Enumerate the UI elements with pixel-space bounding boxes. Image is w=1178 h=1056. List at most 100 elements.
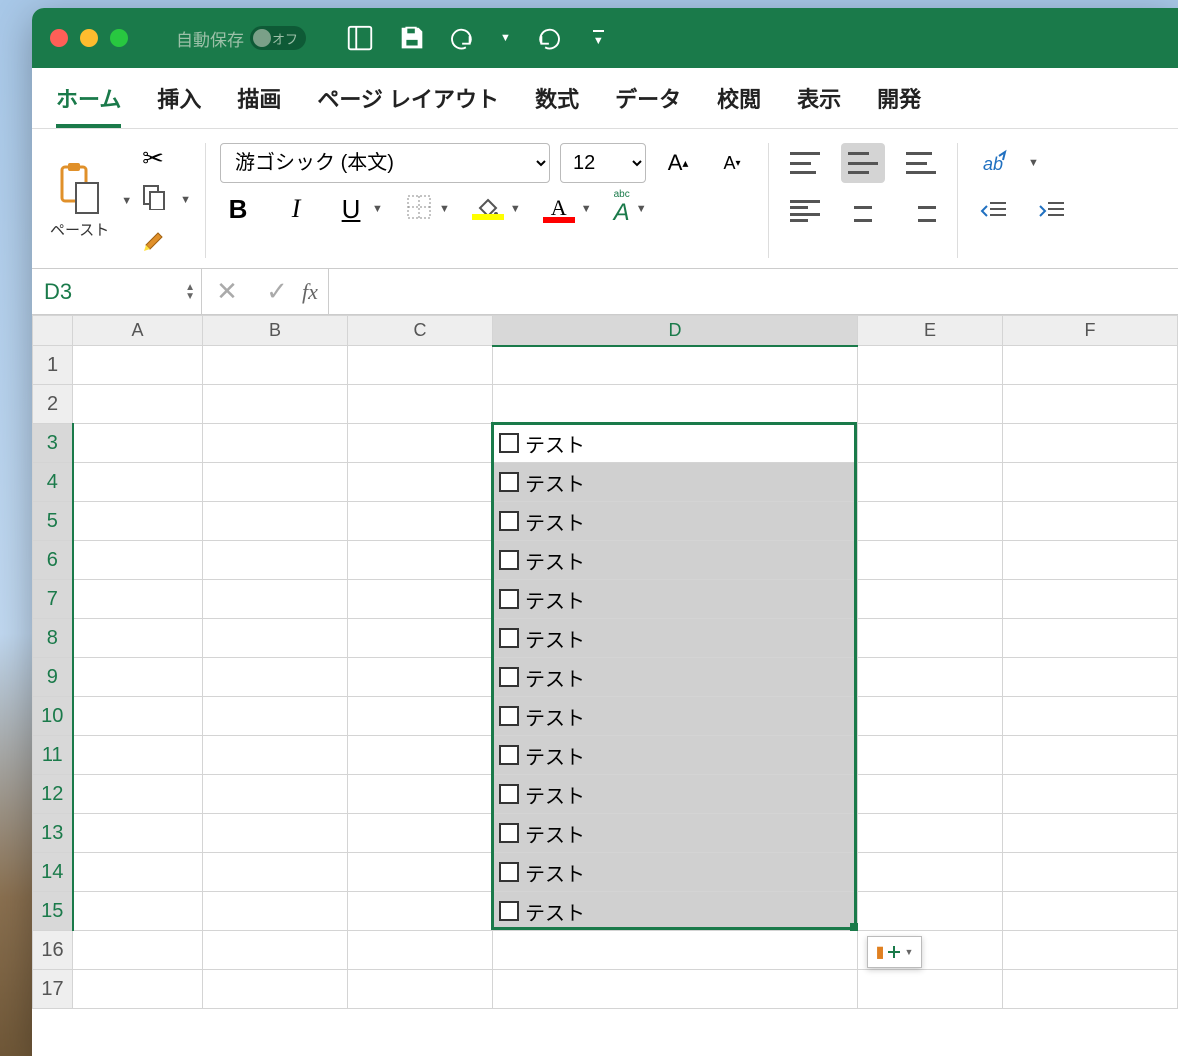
cell-A5[interactable] [73, 502, 203, 541]
col-header-E[interactable]: E [858, 316, 1003, 346]
row-header-10[interactable]: 10 [33, 697, 73, 736]
cell-B10[interactable] [203, 697, 348, 736]
underline-dropdown-icon[interactable]: ▼ [372, 203, 383, 215]
tab-home[interactable]: ホーム [56, 82, 121, 128]
fill-color-dropdown-icon[interactable]: ▼ [510, 203, 521, 215]
cell-A16[interactable] [73, 931, 203, 970]
cell-C7[interactable] [348, 580, 493, 619]
cell-D16[interactable] [493, 931, 858, 970]
cancel-formula-icon[interactable]: ✕ [202, 276, 252, 307]
decrease-font-icon[interactable]: A▾ [710, 143, 754, 183]
cell-A9[interactable] [73, 658, 203, 697]
name-box-spinner[interactable]: ▲▼ [185, 283, 195, 301]
cell-C6[interactable] [348, 541, 493, 580]
orientation-dropdown-icon[interactable]: ▼ [1028, 157, 1039, 169]
tab-draw[interactable]: 描画 [237, 82, 281, 128]
cell-F16[interactable] [1003, 931, 1178, 970]
checkbox-icon[interactable] [499, 472, 519, 492]
close-window-button[interactable] [50, 29, 68, 47]
decrease-indent-icon[interactable] [972, 191, 1016, 231]
font-name-select[interactable]: 游ゴシック (本文) [220, 143, 550, 183]
tab-formulas[interactable]: 数式 [535, 82, 579, 128]
cell-D7[interactable]: テスト [493, 580, 858, 619]
row-header-11[interactable]: 11 [33, 736, 73, 775]
fill-color-icon[interactable] [472, 198, 504, 220]
cell-E4[interactable] [858, 463, 1003, 502]
cell-A7[interactable] [73, 580, 203, 619]
cell-D14[interactable]: テスト [493, 853, 858, 892]
cell-F1[interactable] [1003, 346, 1178, 385]
checkbox-icon[interactable] [499, 901, 519, 921]
cell-A15[interactable] [73, 892, 203, 931]
cell-F9[interactable] [1003, 658, 1178, 697]
bold-button[interactable]: B [220, 194, 256, 225]
cell-C3[interactable] [348, 424, 493, 463]
cell-F5[interactable] [1003, 502, 1178, 541]
increase-font-icon[interactable]: A▴ [656, 143, 700, 183]
cell-D4[interactable]: テスト [493, 463, 858, 502]
cell-B16[interactable] [203, 931, 348, 970]
col-header-F[interactable]: F [1003, 316, 1178, 346]
formula-input[interactable] [328, 269, 1178, 314]
cell-E13[interactable] [858, 814, 1003, 853]
cell-F8[interactable] [1003, 619, 1178, 658]
cell-A13[interactable] [73, 814, 203, 853]
cell-E17[interactable] [858, 970, 1003, 1009]
cell-F7[interactable] [1003, 580, 1178, 619]
cell-F17[interactable] [1003, 970, 1178, 1009]
font-color-icon[interactable]: A [543, 195, 575, 223]
cell-C1[interactable] [348, 346, 493, 385]
cell-E14[interactable] [858, 853, 1003, 892]
cell-F2[interactable] [1003, 385, 1178, 424]
cell-A17[interactable] [73, 970, 203, 1009]
spreadsheet-grid[interactable]: ABCDEF123テスト4テスト5テスト6テスト7テスト8テスト9テスト10テス… [32, 315, 1178, 1056]
cell-D5[interactable]: テスト [493, 502, 858, 541]
row-header-17[interactable]: 17 [33, 970, 73, 1009]
cell-D2[interactable] [493, 385, 858, 424]
borders-dropdown-icon[interactable]: ▼ [439, 203, 450, 215]
align-right-icon[interactable] [899, 191, 943, 231]
row-header-1[interactable]: 1 [33, 346, 73, 385]
cell-A14[interactable] [73, 853, 203, 892]
checkbox-icon[interactable] [499, 433, 519, 453]
cell-C2[interactable] [348, 385, 493, 424]
cell-E3[interactable] [858, 424, 1003, 463]
checkbox-icon[interactable] [499, 823, 519, 843]
checkbox-icon[interactable] [499, 706, 519, 726]
row-header-9[interactable]: 9 [33, 658, 73, 697]
cell-E9[interactable] [858, 658, 1003, 697]
cell-C11[interactable] [348, 736, 493, 775]
cell-C17[interactable] [348, 970, 493, 1009]
row-header-14[interactable]: 14 [33, 853, 73, 892]
cell-C10[interactable] [348, 697, 493, 736]
cell-E10[interactable] [858, 697, 1003, 736]
cell-B14[interactable] [203, 853, 348, 892]
cell-D12[interactable]: テスト [493, 775, 858, 814]
cell-F11[interactable] [1003, 736, 1178, 775]
cell-F13[interactable] [1003, 814, 1178, 853]
cell-B12[interactable] [203, 775, 348, 814]
row-header-7[interactable]: 7 [33, 580, 73, 619]
row-header-8[interactable]: 8 [33, 619, 73, 658]
phonetic-dropdown-icon[interactable]: ▼ [636, 203, 647, 215]
cell-E8[interactable] [858, 619, 1003, 658]
cell-A6[interactable] [73, 541, 203, 580]
cut-icon[interactable]: ✂︎ [142, 143, 164, 174]
cell-B11[interactable] [203, 736, 348, 775]
select-all-corner[interactable] [33, 316, 73, 346]
save-icon[interactable] [396, 22, 428, 54]
cell-F10[interactable] [1003, 697, 1178, 736]
format-painter-icon[interactable] [142, 225, 170, 258]
cell-D1[interactable] [493, 346, 858, 385]
tab-developer[interactable]: 開発 [877, 82, 921, 128]
cell-C5[interactable] [348, 502, 493, 541]
cell-A8[interactable] [73, 619, 203, 658]
cell-D8[interactable]: テスト [493, 619, 858, 658]
row-header-3[interactable]: 3 [33, 424, 73, 463]
fx-label[interactable]: fx [302, 279, 318, 305]
cell-C12[interactable] [348, 775, 493, 814]
font-color-dropdown-icon[interactable]: ▼ [581, 203, 592, 215]
maximize-window-button[interactable] [110, 29, 128, 47]
row-header-6[interactable]: 6 [33, 541, 73, 580]
cell-C16[interactable] [348, 931, 493, 970]
